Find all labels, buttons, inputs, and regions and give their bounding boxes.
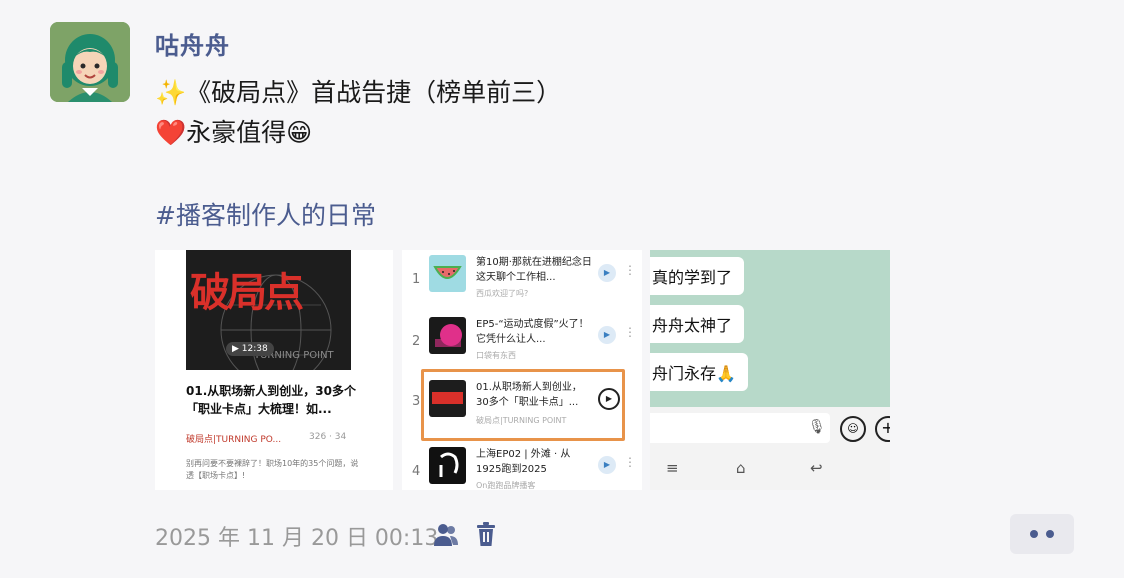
play-icon: ▶ <box>598 388 620 410</box>
watermelon-icon <box>433 266 462 279</box>
play-icon: ▶ <box>598 456 616 474</box>
chat-bubble: 舟舟太神了 <box>650 305 745 343</box>
list-item-highlighted: 3 01.从职场新人到创业，30多个「职业卡点」... 破局点|TURNING … <box>402 369 642 441</box>
duration-text: 12:38 <box>241 344 268 354</box>
thumbnail <box>429 317 466 354</box>
post-timestamp: 2025 年 11 月 20 日 00:13 <box>155 526 439 551</box>
more-options-button[interactable] <box>1010 514 1074 554</box>
podcast-logo-icon <box>435 324 462 347</box>
photo-1[interactable]: 破局点 TURNING POINT ▶ 12:38 01.从职场新人到创业，30… <box>155 250 393 490</box>
mic-icon: 🎙 <box>808 419 826 435</box>
podcast-cover: 破局点 TURNING POINT ▶ 12:38 <box>186 250 351 370</box>
chat-bubble: 真的学到了 <box>650 257 745 295</box>
podcast-name: On跑跑品牌播客 <box>476 481 536 490</box>
home-icon: ⌂ <box>736 459 746 477</box>
plus-icon: + <box>875 416 890 442</box>
episode-stats: 326 · 34 <box>309 432 347 442</box>
play-icon: ▶ <box>598 326 616 344</box>
dot-icon <box>1046 530 1054 538</box>
episode-description: 别再问要不要裸辞了！职场10年的35个问题，说透【职场卡点】! <box>186 459 359 480</box>
chat-input-box <box>650 413 830 443</box>
photo-2[interactable]: 1 第10期·那就在进棚纪念日这天聊个工作相... 西瓜欢迎了吗? ▶ ⋮ 2 … <box>402 250 642 490</box>
thumbnail <box>429 447 466 484</box>
list-item: 4 上海EP02 | 外滩 · 从1925跑到2025 On跑跑品牌播客 ▶ ⋮ <box>402 442 642 490</box>
episode-title: 01.从职场新人到创业，30多个「职业卡点」大梳理！如... <box>186 384 356 416</box>
rank-number: 1 <box>412 272 421 287</box>
rank-number: 4 <box>412 464 421 479</box>
thumbnail <box>429 255 466 292</box>
delete-trash-icon[interactable] <box>474 521 498 547</box>
play-icon: ▶ <box>598 264 616 282</box>
thumbnail <box>429 380 466 417</box>
back-icon: ↩ <box>810 459 823 477</box>
podcast-name: 破局点|TURNING POINT <box>476 416 567 425</box>
menu-icon: ≡ <box>666 459 679 477</box>
more-icon: ⋮ <box>624 325 636 339</box>
episode-title: 第10期·那就在进棚纪念日这天聊个工作相... <box>476 257 592 283</box>
cover-mini-icon <box>432 392 463 404</box>
dot-icon <box>1030 530 1038 538</box>
photo-3[interactable]: 真的学到了 舟舟太神了 舟门永存🙏 🎙 ☺ + ≡ ⌂ ↩ <box>650 250 890 490</box>
list-item: 1 第10期·那就在进棚纪念日这天聊个工作相... 西瓜欢迎了吗? ▶ ⋮ <box>402 250 642 310</box>
podcast-name: 西瓜欢迎了吗? <box>476 289 529 298</box>
android-nav-bar: ≡ ⌂ ↩ <box>650 449 890 490</box>
episode-title: EP5-“运动式度假”火了！它凭什么让人... <box>476 319 589 345</box>
friends-visibility-icon[interactable] <box>432 522 460 548</box>
duration-badge: ▶ 12:38 <box>226 342 274 356</box>
chat-bubble: 舟门永存🙏 <box>650 353 748 391</box>
avatar-illustration <box>50 22 130 102</box>
hashtag-link[interactable]: #播客制作人的日常 <box>155 196 376 232</box>
episode-title: 上海EP02 | 外滩 · 从1925跑到2025 <box>476 449 571 475</box>
list-item: 2 EP5-“运动式度假”火了！它凭什么让人... 口袋有东西 ▶ ⋮ <box>402 312 642 372</box>
podcast-name: 破局点|TURNING PO... <box>186 435 282 445</box>
more-icon: ⋮ <box>624 455 636 469</box>
chat-input-bar: 🎙 ☺ + <box>650 407 890 449</box>
podcast-name: 口袋有东西 <box>476 351 516 360</box>
avatar[interactable] <box>50 22 130 102</box>
post-text-line-1: ✨《破局点》首战告捷（榜单前三） <box>155 78 562 107</box>
more-icon: ⋮ <box>624 263 636 277</box>
emoji-icon: ☺ <box>840 416 866 442</box>
username-link[interactable]: 咕舟舟 <box>155 26 230 61</box>
brand-logo-icon <box>439 452 459 477</box>
cover-title: 破局点 <box>190 269 304 316</box>
post-text-line-2: ❤️永豪值得😁 <box>155 118 313 147</box>
rank-number: 3 <box>412 394 421 409</box>
rank-number: 2 <box>412 334 421 349</box>
episode-title: 01.从职场新人到创业，30多个「职业卡点」... <box>476 382 582 408</box>
